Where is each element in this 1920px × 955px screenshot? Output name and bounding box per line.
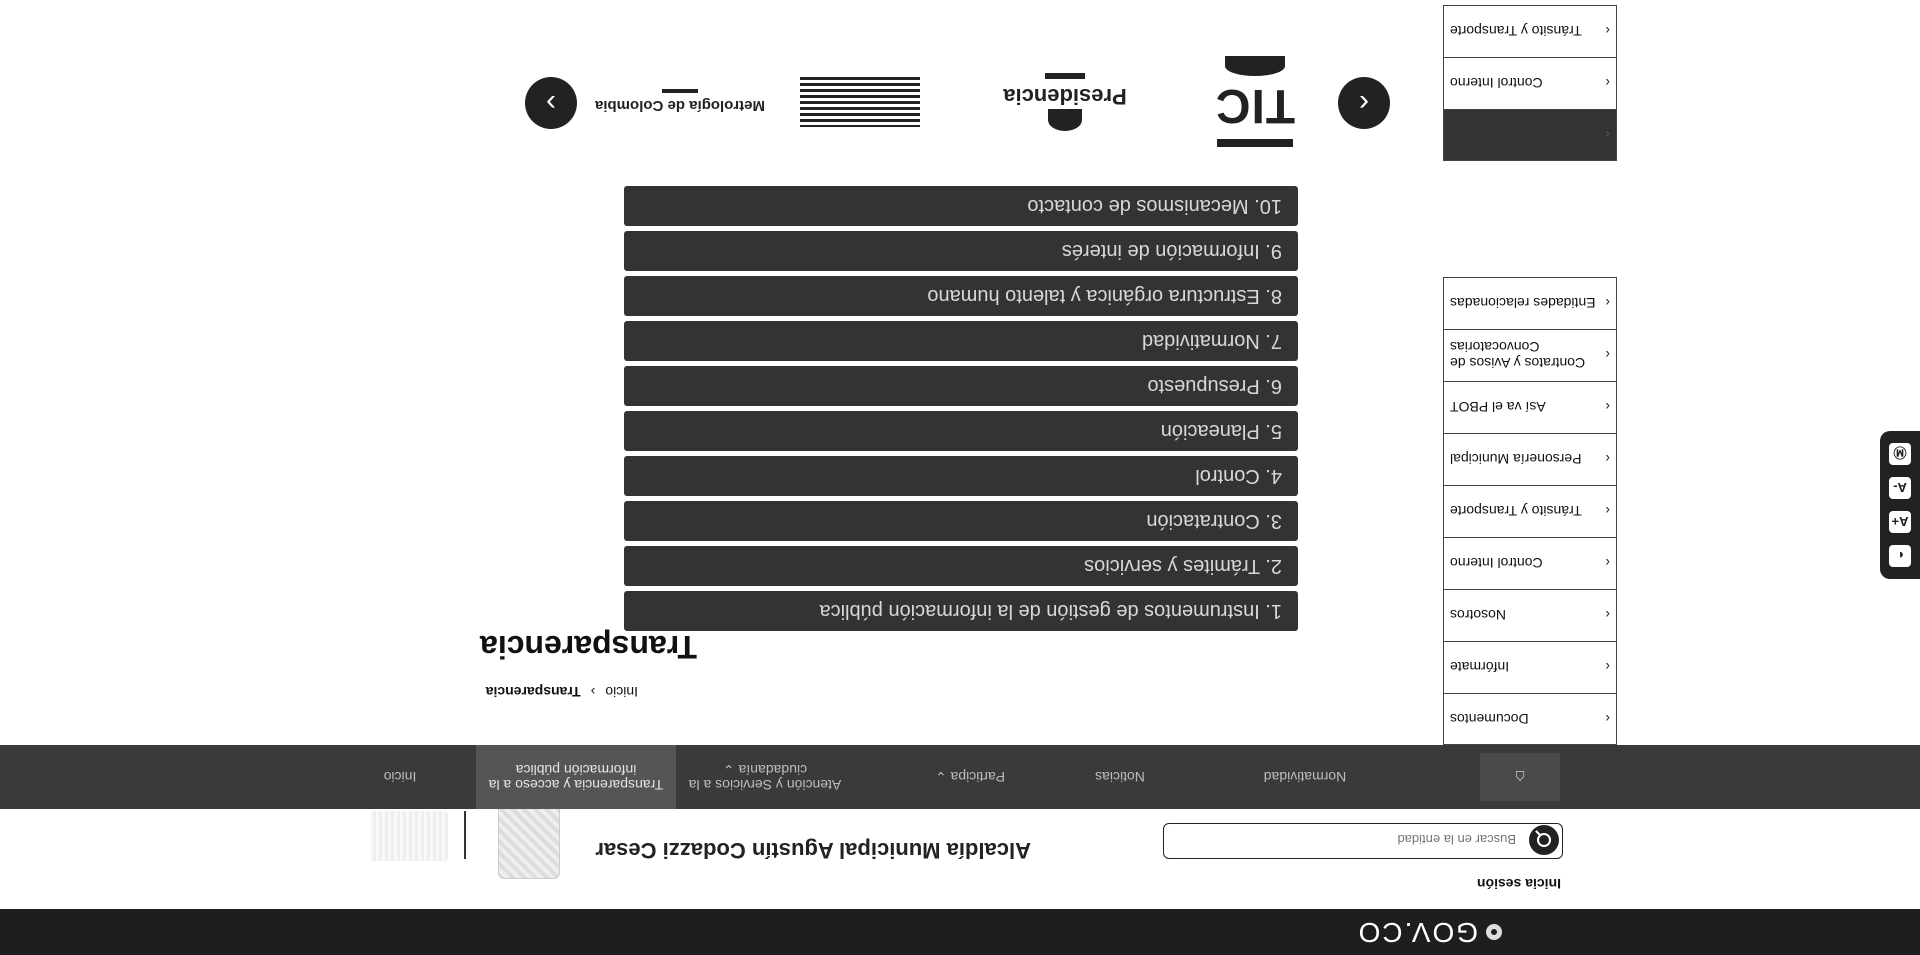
partner-metrologia-text: Metrología de Colombia	[595, 97, 766, 115]
login-link[interactable]: Inicia sesión	[1441, 876, 1561, 892]
breadcrumb-separator-icon: ›	[590, 684, 596, 700]
accordion-item[interactable]: 7. Normatividad	[624, 321, 1298, 361]
chevron-right-icon: ‹	[1605, 23, 1610, 40]
header-divider	[464, 811, 466, 859]
transparency-accordion: 1. Instrumentos de gestión de la informa…	[624, 181, 1298, 631]
metrologia-bar	[662, 89, 698, 94]
sidebar-item-entidades[interactable]: ‹ Entidades relacionadas	[1443, 277, 1617, 329]
search-box	[1163, 823, 1563, 859]
entity-name[interactable]: Alcaldía Municipal Agustín Codazzi Cesar	[595, 837, 1031, 863]
partner-logo-presidencia[interactable]: Presidencia	[980, 47, 1150, 157]
page-stage: GOV.CO Inicia sesión Alcaldía Municipal …	[0, 0, 1920, 955]
presidencia-bar	[1045, 73, 1085, 79]
partners-carousel: ‹ TIC Presidencia Metrología de Colombia…	[525, 47, 1390, 157]
sidebar-menu: ‹ Documentos ‹ Infórmate ‹ Nosotros ‹ Contro…	[1443, 277, 1617, 745]
sidebar-item-transito[interactable]: ‹ Tránsito y Transporte	[1443, 485, 1617, 537]
search-input[interactable]	[1174, 828, 1518, 852]
accordion-item[interactable]: 6. Presupuesto	[624, 366, 1298, 406]
accordion-item[interactable]: 8. Estructura orgánica y talento humano	[624, 276, 1298, 316]
tic-bar	[1217, 139, 1293, 148]
sidebar-item-active[interactable]: ‹	[1443, 109, 1617, 161]
govco-icon	[1486, 924, 1502, 940]
chevron-right-icon: ‹	[1605, 347, 1610, 364]
accordion-item[interactable]: 3. Contratación	[624, 501, 1298, 541]
sign-language-icon[interactable]: Ⓜ	[1889, 443, 1911, 465]
partner-logo-tic[interactable]: TIC	[1205, 47, 1305, 157]
site-header: Inicia sesión Alcaldía Municipal Agustín…	[0, 801, 1920, 909]
sidebar-item-personeria[interactable]: ‹ Personería Municipal	[1443, 433, 1617, 485]
sidebar-item-informate[interactable]: ‹ Infórmate	[1443, 641, 1617, 693]
sidebar-item-transito[interactable]: ‹ Tránsito y Transporte	[1443, 5, 1617, 57]
chevron-right-icon: ‹	[1605, 607, 1610, 624]
chevron-right-icon: ‹	[1605, 451, 1610, 468]
breadcrumb-home[interactable]: Inicio	[605, 684, 638, 700]
accordion-item[interactable]: 5. Planeación	[624, 411, 1298, 451]
accordion-item[interactable]: 1. Instrumentos de gestión de la informa…	[624, 591, 1298, 631]
carousel-next-button[interactable]: ›	[525, 77, 577, 129]
tic-emblem-icon	[1225, 56, 1285, 77]
chevron-right-icon: ‹	[1605, 399, 1610, 416]
increase-font-button[interactable]: A+	[1889, 511, 1911, 533]
page-title: Transparencia	[480, 629, 697, 665]
sidebar-menu-secondary: ‹ ‹ Control Interno ‹ Tránsito y Transport…	[1443, 5, 1617, 161]
municipal-crest-logo	[498, 801, 560, 879]
presidencia-emblem-icon	[1048, 109, 1082, 131]
nav-noticias[interactable]: Noticias	[1050, 745, 1190, 809]
govco-top-bar: GOV.CO	[0, 909, 1920, 955]
nav-inicio[interactable]: Inicio	[350, 745, 450, 809]
sidebar-item-documentos[interactable]: ‹ Documentos	[1443, 693, 1617, 745]
nav-transparencia[interactable]: Transparencia y acceso a la información …	[476, 745, 676, 809]
breadcrumb: Inicio › Transparencia	[486, 684, 638, 700]
partner-logo-emblem[interactable]	[790, 47, 930, 157]
search-button[interactable]	[1529, 825, 1559, 855]
partner-logo-metrologia[interactable]: Metrología de Colombia	[590, 47, 770, 157]
accordion-item[interactable]: 9. Información de interés	[624, 231, 1298, 271]
chevron-right-icon: ‹	[1605, 75, 1610, 92]
chevron-right-icon: ‹	[1605, 295, 1610, 312]
sidebar-item-nosotros[interactable]: ‹ Nosotros	[1443, 589, 1617, 641]
sidebar-item-control-interno[interactable]: ‹ Control Interno	[1443, 57, 1617, 109]
chevron-right-icon: ‹	[1605, 555, 1610, 572]
accordion-item[interactable]: 10. Mecanismos de contacto	[624, 186, 1298, 226]
secondary-logo	[370, 811, 448, 861]
sidebar-item-pbot[interactable]: ‹ Así va el PBOT	[1443, 381, 1617, 433]
sidebar-item-control-interno[interactable]: ‹ Control Interno	[1443, 537, 1617, 589]
nav-home-icon[interactable]: ⌂	[1480, 753, 1560, 801]
carousel-prev-button[interactable]: ‹	[1338, 77, 1390, 129]
main-navigation: ⌂ Normatividad Noticias Participa ⌄ Aten…	[0, 745, 1920, 809]
nav-participa[interactable]: Participa ⌄	[900, 745, 1040, 809]
accessibility-widget: ◐ A+ A- Ⓜ	[1880, 431, 1920, 579]
nav-normatividad[interactable]: Normatividad	[1220, 745, 1390, 809]
search-icon	[1537, 833, 1551, 847]
chevron-right-icon: ‹	[1605, 127, 1610, 143]
breadcrumb-current: Transparencia	[485, 684, 581, 700]
chevron-right-icon: ‹	[1605, 659, 1610, 676]
govco-logo[interactable]: GOV.CO	[1356, 917, 1502, 948]
nav-atencion[interactable]: Atención y Servicios a la ciudadanía ⌄	[670, 745, 860, 809]
accordion-item[interactable]: 4. Control	[624, 456, 1298, 496]
sidebar-item-contratos[interactable]: ‹ Contratos y Avisos de Convocatorias	[1443, 329, 1617, 381]
govco-text: GOV.CO	[1356, 917, 1478, 948]
partner-emblem-icon	[800, 77, 920, 127]
contrast-icon[interactable]: ◐	[1889, 545, 1911, 567]
chevron-right-icon: ‹	[1605, 503, 1610, 520]
accordion-item[interactable]: 2. Trámites y servicios	[624, 546, 1298, 586]
decrease-font-button[interactable]: A-	[1889, 477, 1911, 499]
chevron-right-icon: ‹	[1605, 711, 1610, 727]
partner-tic-text: TIC	[1214, 79, 1296, 133]
partner-presidencia-text: Presidencia	[1003, 84, 1127, 109]
